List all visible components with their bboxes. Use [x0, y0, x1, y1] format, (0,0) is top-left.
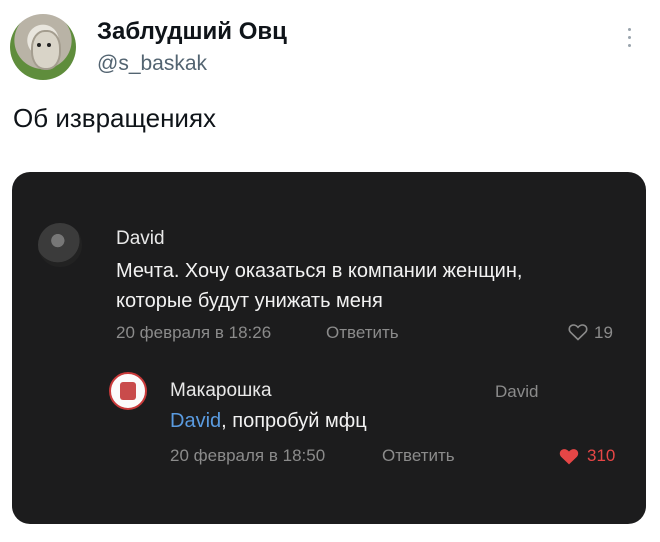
comment-author: David	[116, 228, 165, 249]
reply-link: Ответить	[326, 323, 399, 342]
like-count: 19	[594, 323, 613, 342]
comment-author: Макарошка	[170, 380, 272, 401]
comment-avatar-david	[38, 223, 82, 267]
eye-left	[37, 43, 41, 47]
more-vertical-icon[interactable]	[626, 28, 632, 50]
comment-text-line2: которые будут унижать меня	[116, 290, 383, 312]
mention-link: David	[170, 410, 222, 432]
comment-text: David, попробуй мфц	[170, 410, 367, 433]
heart-filled-icon	[559, 449, 579, 465]
comment-avatar-makaroshka	[109, 372, 147, 410]
comment-date: 20 февраля в 18:26	[116, 323, 272, 342]
like-count: 310	[587, 446, 616, 465]
tweet-media-image[interactable]: David Мечта. Хочу оказаться в компании ж…	[12, 172, 646, 524]
author-handle[interactable]: @s_baskak	[97, 52, 207, 76]
reply-link: Ответить	[382, 446, 455, 465]
author-name[interactable]: Заблудший Овц	[97, 18, 287, 46]
comment-text-line1: Мечта. Хочу оказаться в компании женщин,	[116, 260, 523, 282]
author-avatar[interactable]	[10, 14, 76, 80]
heart-outline-icon	[568, 324, 588, 341]
tweet-text: Об извращениях	[13, 103, 217, 133]
comment-text-rest: , попробуй мфц	[221, 410, 367, 432]
reply-to-name: David	[495, 382, 539, 401]
comment-date: 20 февраля в 18:50	[170, 446, 326, 465]
sheep-face	[31, 30, 61, 70]
eye-right	[47, 43, 51, 47]
